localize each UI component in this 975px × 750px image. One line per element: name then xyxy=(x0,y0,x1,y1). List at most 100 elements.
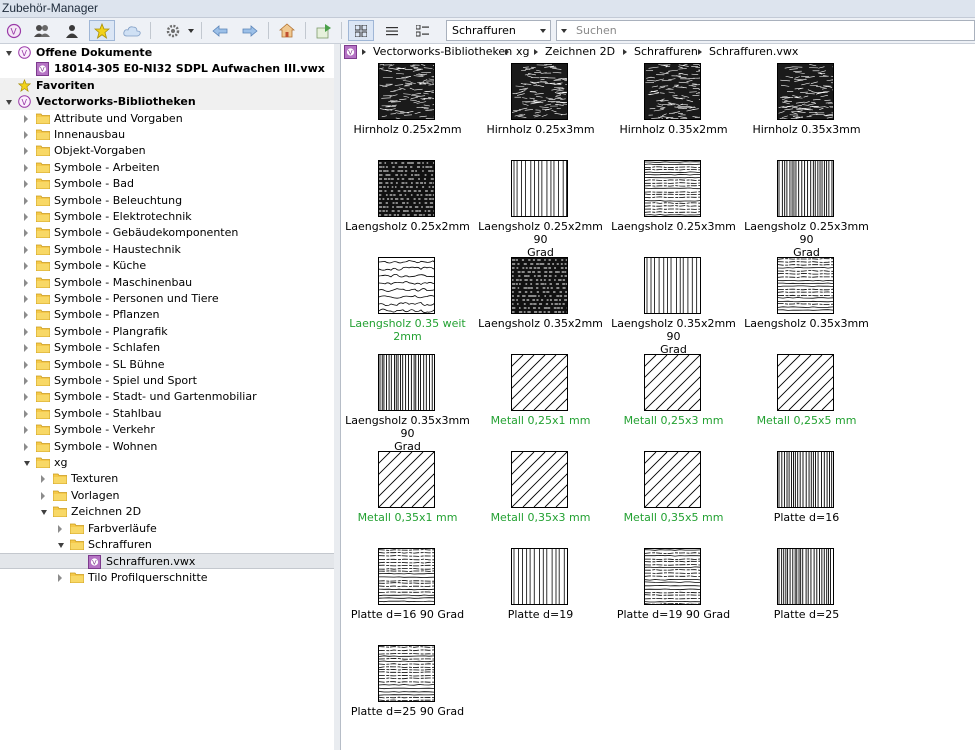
expanded-arrow-icon[interactable] xyxy=(6,51,12,56)
tree-folder-item[interactable]: Symbole - Arbeiten xyxy=(0,160,334,176)
collapsed-arrow-icon[interactable] xyxy=(24,196,28,205)
tree-folder-item[interactable]: Symbole - Personen und Tiere xyxy=(0,291,334,307)
tree-folder-item-label: Symbole - Stadt- und Gartenmobiliar xyxy=(54,390,257,404)
breadcrumb-item[interactable]: Schraffuren.vwx xyxy=(709,45,798,58)
user-icon[interactable] xyxy=(61,20,83,41)
cloud-icon[interactable] xyxy=(121,20,143,41)
collapsed-arrow-icon[interactable] xyxy=(58,524,62,533)
home-icon[interactable] xyxy=(276,20,298,41)
folder-icon xyxy=(35,145,51,157)
arrow-left-icon[interactable] xyxy=(209,20,231,41)
collapsed-arrow-icon[interactable] xyxy=(24,393,28,402)
tree-folder-tilo[interactable]: Tilo Profilquerschnitte xyxy=(0,570,334,586)
tree-folder-item[interactable]: Symbole - Stahlbau xyxy=(0,406,334,422)
tree-folder-item[interactable]: Symbole - Verkehr xyxy=(0,422,334,438)
export-icon[interactable] xyxy=(313,20,335,41)
tree-folder-texturen[interactable]: Texturen xyxy=(0,471,334,487)
tree-folder-item[interactable]: Symbole - Pflanzen xyxy=(0,307,334,323)
tree-folder-xg[interactable]: xg xyxy=(0,455,334,471)
tree-folder-item[interactable]: Symbole - Schlafen xyxy=(0,340,334,356)
expanded-arrow-icon[interactable] xyxy=(41,510,47,516)
tree-folder-item[interactable]: Symbole - Plangrafik xyxy=(0,324,334,340)
chevron-down-icon[interactable] xyxy=(186,20,196,41)
tree-folder-schraffuren-label: Schraffuren xyxy=(88,538,152,551)
tree-vectorworks-libraries[interactable]: V Vectorworks-Bibliotheken xyxy=(0,94,334,111)
tree-folder-item[interactable]: Symbole - Wohnen xyxy=(0,439,334,455)
breadcrumb-item[interactable]: Zeichnen 2D xyxy=(545,45,615,58)
expanded-arrow-icon[interactable] xyxy=(6,100,12,106)
hatch-thumbnail xyxy=(777,354,834,411)
hatch-thumbnail xyxy=(378,548,435,605)
tree-folder-schraffuren[interactable]: Schraffuren xyxy=(0,537,334,553)
collapsed-arrow-icon[interactable] xyxy=(24,262,28,271)
tree-folder-item[interactable]: Symbole - Stadt- und Gartenmobiliar xyxy=(0,389,334,405)
collapsed-arrow-icon[interactable] xyxy=(24,327,28,336)
vectorworks-logo-icon[interactable]: V xyxy=(3,20,25,41)
breadcrumb-item[interactable]: Schraffuren xyxy=(634,45,698,58)
tree-favorites[interactable]: Favoriten xyxy=(0,77,334,94)
hatch-label: Hirnholz 0.25x3mm xyxy=(474,123,607,136)
folder-icon xyxy=(35,391,51,403)
filter-dropdown[interactable]: Schraffuren xyxy=(446,20,551,41)
tree-folder-item[interactable]: Symbole - Elektrotechnik xyxy=(0,209,334,225)
collapsed-arrow-icon[interactable] xyxy=(24,426,28,435)
tree-folder-farbverlaeufe[interactable]: Farbverläufe xyxy=(0,521,334,537)
collapsed-arrow-icon[interactable] xyxy=(24,311,28,320)
collapsed-arrow-icon[interactable] xyxy=(24,278,28,287)
gear-icon[interactable] xyxy=(161,20,185,41)
hatch-thumbnail xyxy=(777,257,834,314)
arrow-right-icon[interactable] xyxy=(239,20,261,41)
collapsed-arrow-icon[interactable] xyxy=(41,491,45,500)
hatch-thumbnail xyxy=(644,548,701,605)
tree-folder-item[interactable]: Symbole - SL Bühne xyxy=(0,357,334,373)
search-input[interactable]: Suchen xyxy=(556,20,975,41)
search-options-icon[interactable] xyxy=(561,29,567,33)
collapsed-arrow-icon[interactable] xyxy=(24,147,28,156)
breadcrumb-item[interactable]: Vectorworks-Bibliotheken xyxy=(373,45,512,58)
tree-folder-item[interactable]: Symbole - Küche xyxy=(0,258,334,274)
collapsed-arrow-icon[interactable] xyxy=(24,409,28,418)
tree-folder-item[interactable]: Objekt-Vorgaben xyxy=(0,143,334,159)
tree-folder-item[interactable]: Symbole - Maschinenbau xyxy=(0,275,334,291)
tree-folder-item[interactable]: Innenausbau xyxy=(0,127,334,143)
folder-icon xyxy=(35,342,51,354)
users-icon[interactable] xyxy=(31,20,53,41)
breadcrumb-item[interactable]: xg xyxy=(516,45,530,58)
detail-view-icon[interactable] xyxy=(411,20,433,41)
tree-folder-item[interactable]: Symbole - Spiel und Sport xyxy=(0,373,334,389)
toolbar: V Schraffuren Suchen xyxy=(0,18,975,44)
list-view-icon[interactable] xyxy=(381,20,403,41)
collapsed-arrow-icon[interactable] xyxy=(24,213,28,221)
collapsed-arrow-icon[interactable] xyxy=(24,229,28,238)
hatch-label: Platte d=19 xyxy=(474,608,607,621)
tree-folder-item[interactable]: Symbole - Bad xyxy=(0,176,334,192)
collapsed-arrow-icon[interactable] xyxy=(24,131,28,139)
collapsed-arrow-icon[interactable] xyxy=(24,295,28,303)
collapsed-arrow-icon[interactable] xyxy=(24,360,28,369)
collapsed-arrow-icon[interactable] xyxy=(24,180,28,189)
collapsed-arrow-icon[interactable] xyxy=(24,163,28,172)
tree-selected-file[interactable]: V Schraffuren.vwx xyxy=(0,553,334,570)
tree-open-documents[interactable]: V Offene Dokumente xyxy=(0,45,334,61)
collapsed-arrow-icon[interactable] xyxy=(41,475,45,484)
folder-icon xyxy=(52,473,68,485)
hatch-thumbnail xyxy=(644,160,701,217)
expanded-arrow-icon[interactable] xyxy=(24,461,30,466)
tree-open-doc-file[interactable]: V 18014-305 E0-NI32 SDPL Aufwachen III.vw… xyxy=(0,61,334,77)
star-icon[interactable] xyxy=(89,20,115,41)
grid-view-icon[interactable] xyxy=(348,20,374,41)
tree-folder-item[interactable]: Symbole - Haustechnik xyxy=(0,242,334,258)
collapsed-arrow-icon[interactable] xyxy=(24,245,28,254)
collapsed-arrow-icon[interactable] xyxy=(58,573,62,582)
collapsed-arrow-icon[interactable] xyxy=(24,442,28,451)
expanded-arrow-icon[interactable] xyxy=(58,543,64,548)
collapsed-arrow-icon[interactable] xyxy=(24,114,28,123)
collapsed-arrow-icon[interactable] xyxy=(24,377,28,385)
collapsed-arrow-icon[interactable] xyxy=(24,344,28,353)
tree-folder-item[interactable]: Attribute und Vorgaben xyxy=(0,111,334,127)
tree-folder-vorlagen[interactable]: Vorlagen xyxy=(0,488,334,504)
tree-folder-item[interactable]: Symbole - Gebäudekomponenten xyxy=(0,225,334,241)
tree-folder-item[interactable]: Symbole - Beleuchtung xyxy=(0,193,334,209)
hatch-thumbnail xyxy=(644,451,701,508)
tree-folder-zeichnen-2d[interactable]: Zeichnen 2D xyxy=(0,504,334,520)
